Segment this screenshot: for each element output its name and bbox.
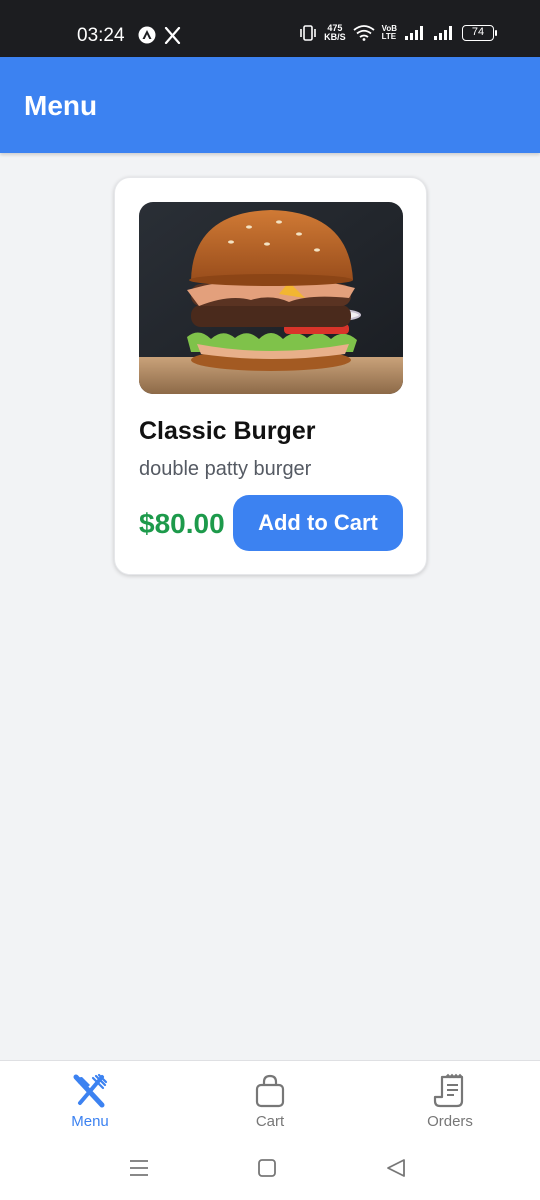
- tab-orders-label: Orders: [427, 1113, 473, 1130]
- tab-cart-label: Cart: [255, 1113, 285, 1130]
- network-type: VoB LTE: [382, 25, 397, 41]
- signal-icon-sim1: [405, 26, 423, 40]
- app-bar: Menu: [0, 57, 540, 153]
- burger-image: [139, 202, 403, 394]
- tab-menu-label: Menu: [71, 1113, 109, 1130]
- receipt-icon: [433, 1073, 464, 1108]
- item-name: Classic Burger: [139, 417, 316, 445]
- app-notification-icon: [138, 26, 156, 44]
- wifi-icon: [353, 25, 375, 41]
- status-bar: 03:24 475 KB/S VoB LTE 74: [0, 0, 540, 57]
- utensils-icon: [73, 1073, 108, 1108]
- network-speed: 475 KB/S: [324, 24, 346, 42]
- bottom-tab-bar: Menu Cart Orders: [0, 1060, 540, 1144]
- item-price: $80.00: [139, 508, 225, 539]
- tab-orders[interactable]: Orders: [400, 1073, 500, 1130]
- network-type-bottom: LTE: [381, 32, 397, 41]
- page-title: Menu: [24, 90, 98, 121]
- tab-menu[interactable]: Menu: [40, 1073, 140, 1130]
- item-description: double patty burger: [139, 458, 312, 480]
- vibrate-icon: [300, 25, 316, 41]
- add-to-cart-button[interactable]: Add to Cart: [233, 495, 403, 551]
- network-speed-unit: KB/S: [324, 32, 346, 42]
- battery-indicator: 74: [462, 25, 497, 41]
- tab-cart[interactable]: Cart: [220, 1073, 320, 1130]
- recent-apps-icon[interactable]: [128, 1158, 150, 1178]
- menu-item-card[interactable]: Classic Burger double patty burger $80.0…: [114, 177, 427, 575]
- system-navigation-bar: [0, 1144, 540, 1200]
- status-time: 03:24: [77, 25, 125, 46]
- home-icon[interactable]: [257, 1158, 277, 1178]
- x-notification-icon: [164, 26, 181, 44]
- back-icon[interactable]: [385, 1157, 407, 1179]
- signal-icon-sim2: [434, 26, 452, 40]
- shopping-bag-icon: [255, 1074, 285, 1108]
